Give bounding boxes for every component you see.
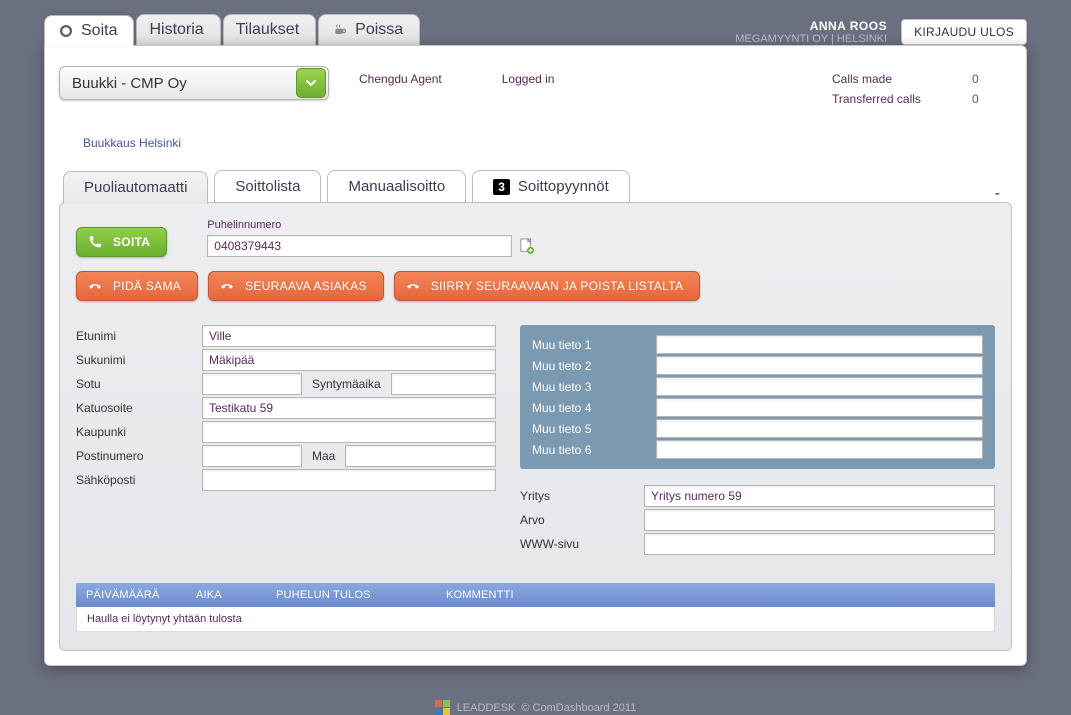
tab-away[interactable]: Poissa (318, 14, 420, 45)
first-name-input[interactable] (202, 325, 496, 347)
history-col-time: AIKA (196, 589, 276, 601)
keep-same-label: PIDÄ SAMA (113, 279, 181, 293)
phone-input[interactable] (207, 235, 512, 257)
history-col-result: PUHELUN TULOS (276, 589, 446, 601)
history-col-comment: KOMMENTTI (446, 589, 985, 601)
email-input[interactable] (202, 469, 496, 491)
postal-input[interactable] (202, 445, 302, 467)
company-field-input[interactable] (644, 485, 995, 507)
hangup-icon (405, 278, 421, 294)
company-select[interactable]: Buukki - CMP Oy (59, 66, 329, 100)
history-col-date: PÄIVÄMÄÄRÄ (86, 589, 196, 601)
company-selected: Buukki - CMP Oy (72, 75, 187, 92)
next-customer-button[interactable]: SEURAAVA ASIAKAS (208, 271, 384, 301)
muu4-input[interactable] (656, 398, 983, 417)
email-label: Sähköposti (76, 473, 196, 487)
dob-input[interactable] (391, 373, 496, 395)
muu1-input[interactable] (656, 335, 983, 354)
ssn-input[interactable] (202, 373, 302, 395)
www-field-label: WWW-sivu (520, 537, 630, 551)
muu5-label: Muu tieto 5 (532, 422, 642, 436)
tab-history-label: Historia (149, 21, 203, 39)
agent-name: Chengdu Agent (359, 72, 442, 86)
tab-call-label: Soita (81, 22, 117, 40)
street-input[interactable] (202, 397, 496, 419)
tab-away-label: Poissa (355, 21, 403, 39)
country-label: Maa (302, 445, 345, 467)
transferred-label: Transferred calls (832, 92, 972, 106)
dob-label: Syntymäaika (302, 373, 391, 395)
ssn-label: Sotu (76, 377, 196, 391)
document-add-icon[interactable] (520, 238, 534, 254)
subtab-semiauto-label: Puoliautomaatti (84, 179, 187, 196)
requests-badge: 3 (493, 179, 510, 195)
last-name-label: Sukunimi (76, 353, 196, 367)
muu2-label: Muu tieto 2 (532, 359, 642, 373)
postal-label: Postinumero (76, 449, 196, 463)
user-org: MEGAMYYNTI OY | HELSINKI (735, 33, 887, 45)
next-customer-label: SEURAAVA ASIAKAS (245, 279, 367, 293)
keep-same-button[interactable]: PIDÄ SAMA (76, 271, 198, 301)
company-field-label: Yritys (520, 489, 630, 503)
calls-made-value: 0 (972, 72, 1012, 86)
last-name-input[interactable] (202, 349, 496, 371)
campaign-name: Buukkaus Helsinki (83, 136, 1012, 150)
hangup-icon (219, 278, 235, 294)
tab-call[interactable]: Soita (44, 15, 134, 46)
footer-brand: LEADDESK (457, 702, 516, 714)
user-name: ANNA ROOS (735, 19, 887, 33)
phone-icon (87, 234, 103, 250)
history-header: PÄIVÄMÄÄRÄ AIKA PUHELUN TULOS KOMMENTTI (76, 583, 995, 607)
muu3-label: Muu tieto 3 (532, 380, 642, 394)
logout-button[interactable]: KIRJAUDU ULOS (901, 19, 1027, 45)
call-button-label: SOITA (113, 235, 150, 249)
subtab-requests-label: Soittopyynnöt (518, 178, 609, 195)
street-label: Katuosoite (76, 401, 196, 415)
collapse-toggle[interactable]: - (995, 185, 1012, 203)
chevron-down-icon (296, 68, 326, 98)
subtab-requests[interactable]: 3 Soittopyynnöt (472, 170, 630, 203)
subtab-semiauto[interactable]: Puoliautomaatti (63, 171, 208, 204)
city-input[interactable] (202, 421, 496, 443)
skip-remove-button[interactable]: SIIRRY SEURAAVAAN JA POISTA LISTALTA (394, 271, 700, 301)
headset-icon (57, 22, 75, 40)
value-field-input[interactable] (644, 509, 995, 531)
phone-label: Puhelinnumero (207, 219, 534, 231)
subtab-calllist[interactable]: Soittolista (214, 170, 321, 203)
skip-remove-label: SIIRRY SEURAAVAAN JA POISTA LISTALTA (431, 279, 683, 293)
subtab-calllist-label: Soittolista (235, 178, 300, 195)
subtab-manual[interactable]: Manuaalisoitto (327, 170, 466, 203)
muu2-input[interactable] (656, 356, 983, 375)
tab-history[interactable]: Historia (136, 14, 220, 45)
muu4-label: Muu tieto 4 (532, 401, 642, 415)
coffee-icon (331, 21, 349, 39)
history-empty: Haulla ei löytynyt yhtään tulosta (76, 607, 995, 632)
country-input[interactable] (345, 445, 496, 467)
muu6-label: Muu tieto 6 (532, 443, 642, 457)
muu1-label: Muu tieto 1 (532, 338, 642, 352)
calls-made-label: Calls made (832, 72, 972, 86)
first-name-label: Etunimi (76, 329, 196, 343)
value-field-label: Arvo (520, 513, 630, 527)
muu6-input[interactable] (656, 440, 983, 459)
muu5-input[interactable] (656, 419, 983, 438)
city-label: Kaupunki (76, 425, 196, 439)
agent-status: Logged in (502, 72, 555, 86)
transferred-value: 0 (972, 92, 1012, 106)
tab-orders[interactable]: Tilaukset (223, 14, 316, 45)
call-button[interactable]: SOITA (76, 227, 167, 257)
footer-copy: © ComDashboard 2011 (521, 702, 636, 714)
www-field-input[interactable] (644, 533, 995, 555)
subtab-manual-label: Manuaalisoitto (348, 178, 445, 195)
muu3-input[interactable] (656, 377, 983, 396)
hangup-icon (87, 278, 103, 294)
tab-orders-label: Tilaukset (236, 21, 299, 39)
